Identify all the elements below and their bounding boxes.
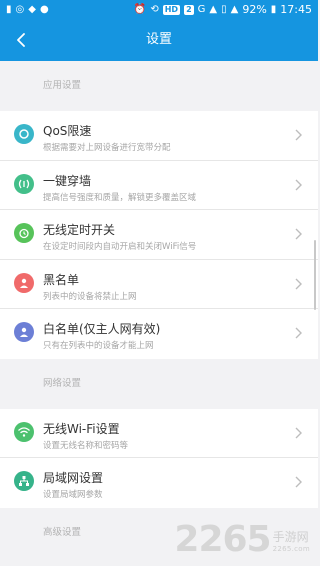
status-left-icons: ▮ ◎ ◆ ● [6,3,49,15]
chevron-right-icon [295,327,302,339]
user-allow-icon [14,322,34,342]
settings-item-title: 无线定时开关 [43,223,116,237]
watermark-number: 2265 [174,519,271,560]
user-block-icon [14,272,34,293]
settings-item-blacklist[interactable]: 黑名单 列表中的设备将禁止上网 [0,259,318,309]
settings-item-wifi-timer[interactable]: 无线定时开关 在设定时间段内自动开启和关闭WiFi信号 [0,210,318,260]
wifi-icon [14,421,34,442]
signal-icon-2: ▲ [230,3,239,15]
battery-icon: ▮ [270,3,277,15]
settings-item-wifi[interactable]: 无线Wi-Fi设置 设置无线名称和密码等 [0,408,318,458]
settings-item-title: 白名单(仅主人网有效) [43,322,161,336]
page-title: 设置 [145,32,172,47]
alarm-clock-icon [14,223,34,243]
status-time: 17:45 [280,3,312,16]
status-right-icons: ⏰ ⟲ HD 2 G ▲ ▯ ▲ 92% ▮ 17:45 [134,3,312,16]
network-type: G [197,3,206,15]
settings-item-subtitle: 根据需要对上网设备进行宽带分配 [43,143,171,153]
chevron-right-icon [295,228,302,240]
settings-item-subtitle: 设置局域网参数 [43,490,103,500]
settings-item-qos[interactable]: QoS限速 根据需要对上网设备进行宽带分配 [0,111,318,161]
chevron-right-icon [295,129,302,141]
chevron-right-icon [295,476,302,488]
settings-item-title: QoS限速 [43,124,92,138]
settings-item-subtitle: 提高信号强度和质量，解锁更多覆盖区域 [43,192,197,203]
search-notification-icon: ◎ [15,3,25,15]
watermark-text: 手游网 2265.com [273,531,310,558]
sim-badge: 2 [184,4,194,15]
rotate-status-icon: ⟲ [150,3,159,15]
status-bar: ▮ ◎ ◆ ● ⏰ ⟲ HD 2 G ▲ ▯ ▲ 92% ▮ 17:45 [0,0,318,19]
settings-item-wall-penetration[interactable]: 一键穿墙 提高信号强度和质量，解锁更多覆盖区域 [0,160,318,210]
chevron-right-icon [295,278,302,289]
chevron-right-icon [295,179,302,190]
settings-item-subtitle: 在设定时间段内自动开启和关闭WiFi信号 [43,242,197,252]
qos-speed-icon [14,124,34,144]
top-app-bar: 设置 [0,19,318,61]
drop-notification-icon: ● [39,3,49,15]
sim-icon: ▯ [221,3,227,15]
notification-icon: ▮ [6,3,12,15]
section-network-items: 无线Wi-Fi设置 设置无线名称和密码等 局域网设置 设置局域网参数 [0,408,318,508]
watermark-logo: 2265 手游网 2265.com [174,522,310,558]
settings-item-lan[interactable]: 局域网设置 设置局域网参数 [0,458,318,508]
settings-item-whitelist[interactable]: 白名单(仅主人网有效) 只有在列表中的设备才能上网 [0,309,318,359]
settings-list: 应用设置 QoS限速 根据需要对上网设备进行宽带分配 一键穿墙 提高信号强度和质… [0,61,318,558]
hd-badge: HD [162,4,181,15]
settings-item-title: 黑名单 [43,272,80,287]
watermark-en: 2265.com [272,545,310,553]
lan-icon [14,471,34,491]
settings-item-title: 一键穿墙 [43,173,92,188]
settings-item-subtitle: 列表中的设备将禁止上网 [43,291,137,302]
signal-boost-icon [14,173,34,194]
watermark-cn: 手游网 [272,530,309,544]
alarm-status-icon: ⏰ [133,3,147,15]
battery-percent: 92% [242,3,267,16]
chevron-right-icon [295,427,302,438]
settings-item-title: 无线Wi-Fi设置 [43,421,120,436]
shield-notification-icon: ◆ [28,3,36,15]
settings-item-title: 局域网设置 [43,471,104,485]
section-label-app: 应用设置 [0,61,318,111]
settings-item-subtitle: 只有在列表中的设备才能上网 [43,341,154,351]
signal-icon: ▲ [209,3,218,15]
scrollbar[interactable] [314,240,316,310]
section-app-items: QoS限速 根据需要对上网设备进行宽带分配 一键穿墙 提高信号强度和质量，解锁更… [0,111,318,359]
section-label-network: 网络设置 [0,358,318,409]
settings-item-subtitle: 设置无线名称和密码等 [43,440,129,451]
